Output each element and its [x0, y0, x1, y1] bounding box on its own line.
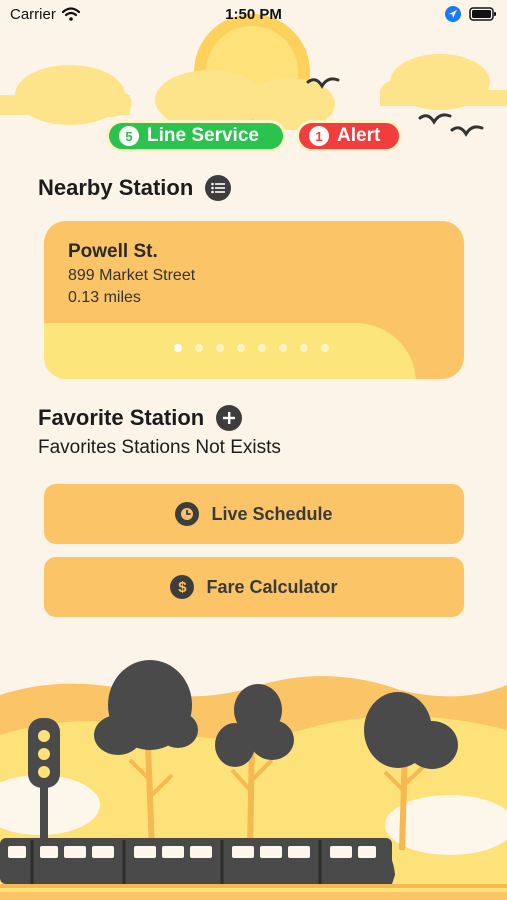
wifi-icon — [61, 7, 80, 21]
location-icon — [445, 6, 461, 22]
station-name: Powell St. — [68, 241, 158, 262]
fare-calculator-button[interactable]: $ Fare Calculator — [44, 557, 464, 617]
line-service-label: Line Service — [147, 125, 259, 146]
station-info: Powell St. 899 Market Street 0.13 miles — [68, 241, 195, 307]
battery-icon — [469, 7, 496, 21]
fare-calculator-label: Fare Calculator — [206, 576, 338, 597]
list-icon[interactable] — [205, 175, 232, 201]
page-dot[interactable] — [237, 344, 245, 352]
page-indicator[interactable] — [174, 344, 329, 352]
rails — [0, 884, 507, 900]
plus-icon[interactable] — [216, 405, 243, 431]
dollar-icon: $ — [170, 575, 195, 599]
alert-label: Alert — [337, 125, 381, 146]
station-distance: 0.13 miles — [68, 289, 141, 306]
cloud-right — [380, 54, 507, 110]
list-glyph — [211, 182, 226, 194]
line-service-badge[interactable]: 5 Line Service — [106, 120, 286, 152]
page-dot[interactable] — [300, 344, 308, 352]
station-address: 899 Market Street — [68, 267, 196, 284]
page-dot[interactable] — [279, 344, 287, 352]
page-dot[interactable] — [321, 344, 329, 352]
live-schedule-label: Live Schedule — [211, 503, 333, 524]
nearby-station-title: Nearby Station — [38, 175, 194, 200]
favorite-station-header: Favorite Station — [38, 405, 243, 431]
nearby-station-header: Nearby Station — [38, 175, 232, 201]
carrier-label: Carrier — [10, 5, 56, 23]
favorite-station-title: Favorite Station — [38, 405, 205, 430]
favorites-empty-message: Favorites Stations Not Exists — [38, 437, 281, 458]
line-service-count: 5 — [119, 126, 139, 146]
status-bar: Carrier 1:50 PM — [0, 0, 507, 28]
alert-badge[interactable]: 1 Alert — [296, 120, 402, 152]
page-dot[interactable] — [258, 344, 266, 352]
train — [0, 838, 395, 884]
clock-icon — [175, 502, 200, 526]
page-dot[interactable] — [174, 344, 182, 352]
alert-count: 1 — [309, 126, 329, 146]
page-dot[interactable] — [216, 344, 224, 352]
footer-illustration — [0, 660, 507, 900]
nearby-station-card[interactable]: Powell St. 899 Market Street 0.13 miles — [44, 221, 464, 379]
page-dot[interactable] — [195, 344, 203, 352]
cloud-left — [0, 65, 132, 125]
live-schedule-button[interactable]: Live Schedule — [44, 484, 464, 544]
plus-glyph — [223, 412, 236, 424]
